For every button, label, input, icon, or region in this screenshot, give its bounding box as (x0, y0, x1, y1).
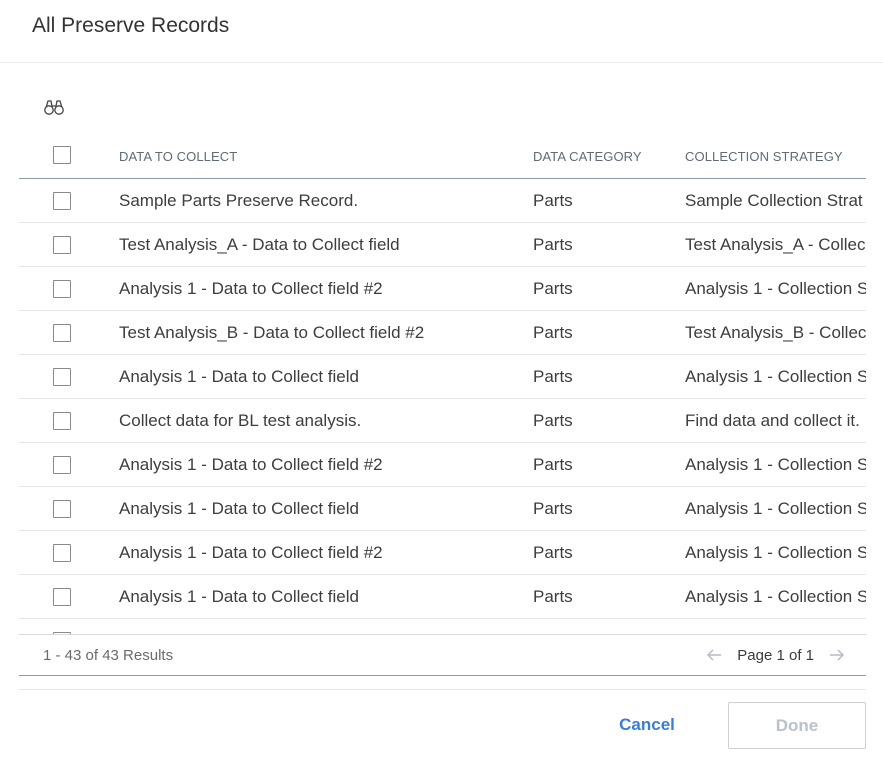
row-checkbox[interactable] (53, 499, 71, 518)
cell-data-to-collect: Analysis 1 - Data to Collect field (119, 498, 359, 518)
cell-collection-strategy: Sample Collection Strat (685, 190, 863, 210)
cell-collection-strategy: Find data and collect it. (685, 410, 860, 430)
row-checkbox-cell (43, 531, 83, 574)
cell-collection-strategy: Analysis 1 - Collection S (685, 366, 866, 386)
table-row-partial[interactable] (19, 619, 866, 634)
cell-data-category: Parts (533, 498, 573, 518)
row-checkbox-cell (43, 311, 83, 354)
select-all-cell (43, 134, 83, 178)
row-checkbox-cell (43, 399, 83, 442)
arrow-left-icon (707, 649, 722, 661)
cell-data-to-collect: Sample Parts Preserve Record. (119, 190, 359, 210)
row-checkbox[interactable] (53, 323, 71, 342)
results-count: 1 - 43 of 43 Results (43, 646, 174, 664)
cancel-button[interactable]: Cancel (612, 703, 682, 747)
cell-collection-strategy: Test Analysis_A - Collec (685, 234, 866, 254)
cell-collection-strategy: Analysis 1 - Collection S (685, 542, 866, 562)
page-indicator: Page 1 of 1 (737, 646, 814, 664)
cell-collection-strategy: Analysis 1 - Collection S (685, 498, 866, 518)
dialog-title: All Preserve Records (32, 13, 230, 37)
cell-data-category: Parts (533, 542, 573, 562)
cell-data-to-collect: Collect data for BL test analysis. (119, 410, 362, 430)
table-row[interactable]: Test Analysis_B - Data to Collect field … (19, 311, 866, 355)
cell-data-category: Parts (533, 278, 573, 298)
cell-data-category: Parts (533, 410, 573, 430)
row-checkbox[interactable] (53, 587, 71, 606)
cell-collection-strategy: Analysis 1 - Collection S (685, 278, 866, 298)
arrow-right-icon (830, 649, 845, 661)
column-header-data-to-collect[interactable]: DATA TO COLLECT (119, 134, 519, 178)
pagination: Page 1 of 1 (703, 635, 848, 675)
cell-collection-strategy: Test Analysis_B - Collec (685, 322, 866, 342)
row-checkbox-cell (43, 575, 83, 618)
cell-data-to-collect: Test Analysis_A - Data to Collect field (119, 234, 400, 254)
cell-data-to-collect: Analysis 1 - Data to Collect field #2 (119, 542, 383, 562)
table-row[interactable]: Analysis 1 - Data to Collect field #2 Pa… (19, 443, 866, 487)
cell-data-to-collect: Analysis 1 - Data to Collect field #2 (119, 278, 383, 298)
row-checkbox[interactable] (53, 191, 71, 210)
table-row[interactable]: Analysis 1 - Data to Collect field #2 Pa… (19, 531, 866, 575)
table-header-row: DATA TO COLLECT DATA CATEGORY COLLECTION… (19, 134, 866, 179)
row-checkbox[interactable] (53, 367, 71, 386)
table-row[interactable]: Sample Parts Preserve Record. Parts Samp… (19, 179, 866, 223)
row-checkbox-cell (43, 223, 83, 266)
row-checkbox-cell (43, 267, 83, 310)
table-footer: 1 - 43 of 43 Results Page 1 of 1 (19, 634, 866, 676)
row-checkbox[interactable] (53, 455, 71, 474)
cell-data-to-collect: Analysis 1 - Data to Collect field (119, 586, 359, 606)
cell-data-category: Parts (533, 454, 573, 474)
row-checkbox[interactable] (53, 543, 71, 562)
binoculars-icon[interactable] (43, 96, 65, 118)
cell-data-to-collect: Analysis 1 - Data to Collect field #2 (119, 454, 383, 474)
next-page-button[interactable] (826, 647, 848, 663)
search-button[interactable] (43, 96, 65, 118)
row-checkbox[interactable] (53, 279, 71, 298)
row-checkbox-cell (43, 619, 83, 634)
cell-data-category: Parts (533, 234, 573, 254)
table-row[interactable]: Analysis 1 - Data to Collect field Parts… (19, 575, 866, 619)
column-header-collection-strategy[interactable]: COLLECTION STRATEGY (685, 134, 866, 178)
row-checkbox-cell (43, 355, 83, 398)
row-checkbox-cell (43, 179, 83, 222)
table-row[interactable]: Analysis 1 - Data to Collect field Parts… (19, 355, 866, 399)
table-row[interactable]: Collect data for BL test analysis. Parts… (19, 399, 866, 443)
table-row[interactable]: Analysis 1 - Data to Collect field Parts… (19, 487, 866, 531)
preserve-records-dialog: All Preserve Records DATA TO COLLECT DAT… (0, 0, 883, 762)
select-all-checkbox[interactable] (53, 146, 71, 164)
row-checkbox-cell (43, 443, 83, 486)
cell-data-to-collect: Test Analysis_B - Data to Collect field … (119, 322, 425, 342)
prev-page-button[interactable] (703, 647, 725, 663)
records-table: DATA TO COLLECT DATA CATEGORY COLLECTION… (19, 134, 866, 634)
footer-divider (19, 689, 866, 690)
cell-data-category: Parts (533, 366, 573, 386)
table-row[interactable]: Test Analysis_A - Data to Collect field … (19, 223, 866, 267)
cell-data-category: Parts (533, 190, 573, 210)
dialog-header: All Preserve Records (0, 0, 883, 63)
cell-collection-strategy: Analysis 1 - Collection S (685, 454, 866, 474)
cell-data-to-collect: Analysis 1 - Data to Collect field (119, 366, 359, 386)
cell-data-category: Parts (533, 586, 573, 606)
cell-collection-strategy: Analysis 1 - Collection S (685, 586, 866, 606)
row-checkbox-cell (43, 487, 83, 530)
done-button[interactable]: Done (728, 702, 866, 749)
table-row[interactable]: Analysis 1 - Data to Collect field #2 Pa… (19, 267, 866, 311)
cell-data-category: Parts (533, 322, 573, 342)
column-header-data-category[interactable]: DATA CATEGORY (533, 134, 673, 178)
row-checkbox[interactable] (53, 411, 71, 430)
row-checkbox[interactable] (53, 235, 71, 254)
